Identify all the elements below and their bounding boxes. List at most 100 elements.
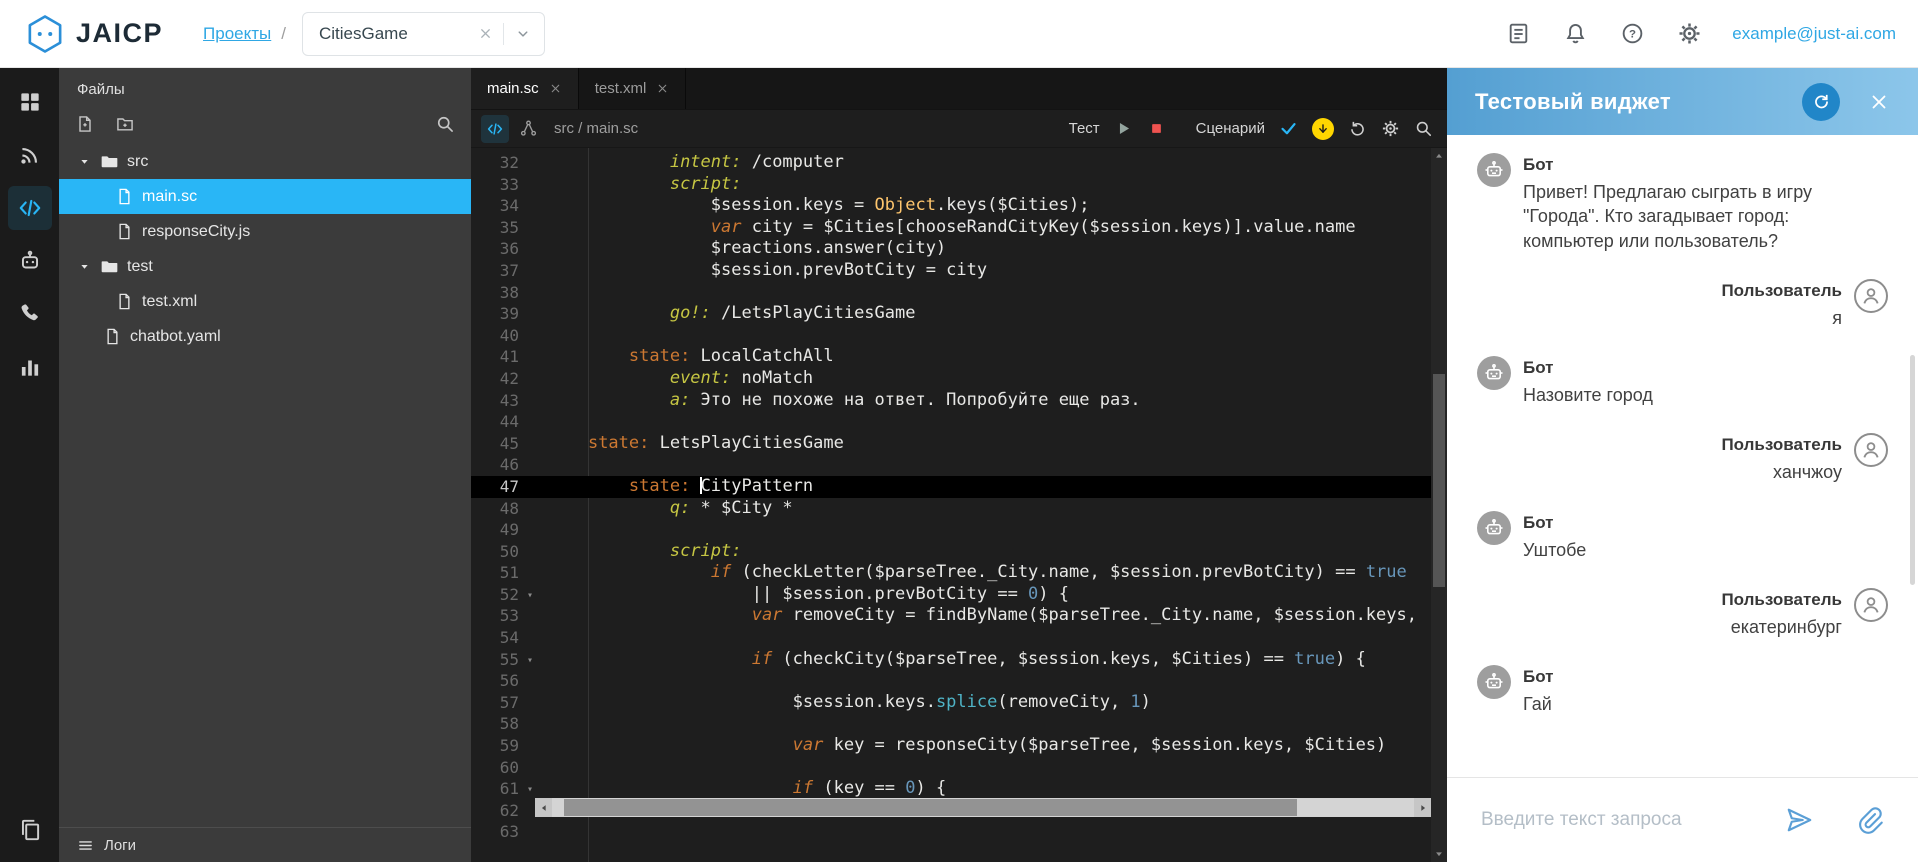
tab-test.xml[interactable]: test.xml [579,68,687,109]
test-run-button[interactable] [1114,119,1133,138]
undo-button[interactable] [1348,119,1367,138]
code-line[interactable]: 33 script: [471,174,1447,196]
scroll-right-icon[interactable] [1414,798,1431,817]
tree-file-test.xml[interactable]: test.xml [59,284,471,319]
tab-close-icon[interactable] [656,82,669,95]
chatbot-icon[interactable] [8,239,52,283]
horizontal-scroll-thumb[interactable] [564,799,1297,816]
telephony-icon[interactable] [8,292,52,336]
code-line[interactable]: 61▾ if (key == 0) { [471,778,1447,800]
tree-folder-src[interactable]: src [59,144,471,179]
editor-settings-button[interactable] [1381,119,1400,138]
tab-main.sc[interactable]: main.sc [471,68,579,109]
dashboard-icon[interactable] [8,80,52,124]
code-line[interactable]: 49 [471,519,1447,541]
horizontal-scroll-track[interactable] [552,798,1414,817]
deploy-button[interactable] [1312,118,1334,140]
code-line[interactable]: 46 [471,454,1447,476]
code-line[interactable]: 44 [471,411,1447,433]
code-editor-icon[interactable] [8,186,52,230]
tree-file-responseCity.js[interactable]: responseCity.js [59,214,471,249]
code-line[interactable]: 35 var city = $Cities[chooseRandCityKey(… [471,217,1447,239]
code-line[interactable]: 32 intent: /computer [471,152,1447,174]
visual-editor-toggle[interactable] [519,119,538,138]
message-text: Гай [1523,692,1554,716]
code-line[interactable]: 45 state: LetsPlayCitiesGame [471,433,1447,455]
horizontal-scrollbar[interactable] [535,798,1431,817]
code-line[interactable]: 34 $session.keys = Object.keys($Cities); [471,195,1447,217]
analytics-icon[interactable] [8,345,52,389]
code-line[interactable]: 60 [471,757,1447,779]
tab-close-icon[interactable] [549,82,562,95]
chat-input[interactable] [1481,809,1744,831]
attach-file-icon[interactable] [1854,805,1884,835]
code-line[interactable]: 39 go!: /LetsPlayCitiesGame [471,303,1447,325]
send-message-icon[interactable] [1784,805,1814,835]
code-line[interactable]: 54 [471,627,1447,649]
code-line[interactable]: 52▾ || $session.prevBotCity == 0) { [471,584,1447,606]
code-line[interactable]: 55▾ if (checkCity($parseTree, $session.k… [471,649,1447,671]
widget-refresh-button[interactable] [1802,83,1840,121]
code-line[interactable]: 63 [471,821,1447,843]
logs-toggle[interactable]: Логи [59,827,471,862]
project-selector[interactable]: CitiesGame [302,12,545,56]
vertical-scroll-track[interactable] [1431,164,1447,846]
chat-message-bot: БотНазовите город [1477,356,1888,407]
bot-avatar [1477,356,1511,390]
files-search-icon[interactable] [435,114,455,134]
code-text [535,821,547,843]
code-token: noMatch [731,368,813,388]
tree-folder-test[interactable]: test [59,249,471,284]
notifications-icon[interactable] [1563,21,1588,46]
scroll-up-icon[interactable] [1431,148,1447,164]
code-line[interactable]: 50 script: [471,541,1447,563]
new-folder-icon[interactable] [115,114,135,134]
widget-close-icon[interactable] [1868,91,1890,113]
account-email-link[interactable]: example@just-ai.com [1732,24,1896,44]
jaicp-logo-text: JAICP [76,18,163,49]
jaicp-logo-icon [24,11,66,57]
vertical-scrollbar[interactable] [1431,148,1447,862]
code-line[interactable]: 53 var removeCity = findByName($parseTre… [471,605,1447,627]
channels-icon[interactable] [8,133,52,177]
project-clear-icon[interactable] [478,26,493,41]
code-line[interactable]: 42 event: noMatch [471,368,1447,390]
code-line[interactable]: 41 state: LocalCatchAll [471,346,1447,368]
test-stop-button[interactable] [1147,119,1166,138]
code-line[interactable]: 51 if (checkLetter($parseTree._City.name… [471,562,1447,584]
code-line[interactable]: 40 [471,325,1447,347]
code-token: Это не похоже на ответ. Попробуйте еще р… [690,390,1140,410]
code-line[interactable]: 43 a: Это не похоже на ответ. Попробуйте… [471,390,1447,412]
fold-toggle-icon[interactable]: ▾ [527,585,533,607]
code-line[interactable]: 47 state: CityPattern [471,476,1447,498]
editor-search-button[interactable] [1414,119,1433,138]
code-line[interactable]: 57 $session.keys.splice(removeCity, 1) [471,692,1447,714]
projects-link[interactable]: Проекты [203,24,271,44]
knowledge-base-icon[interactable] [8,808,52,852]
line-number: 57 [471,692,535,714]
changelog-icon[interactable] [1506,21,1531,46]
fold-toggle-icon[interactable]: ▾ [527,650,533,672]
help-icon[interactable] [1620,21,1645,46]
scroll-left-icon[interactable] [535,798,552,817]
new-file-icon[interactable] [75,114,95,134]
tree-file-chatbot.yaml[interactable]: chatbot.yaml [59,319,471,354]
code-line[interactable]: 37 $session.prevBotCity = city [471,260,1447,282]
project-dropdown-icon[interactable] [514,25,532,43]
code-view-toggle[interactable] [481,115,509,143]
code-area[interactable]: 32 intent: /computer33 script:34 $sessio… [471,148,1447,862]
code-line[interactable]: 48 q: * $City * [471,498,1447,520]
code-line[interactable]: 58 [471,713,1447,735]
tree-file-main.sc[interactable]: main.sc [59,179,471,214]
chat-scrollbar[interactable] [1910,355,1915,585]
scroll-down-icon[interactable] [1431,846,1447,862]
vertical-scroll-thumb[interactable] [1433,374,1445,587]
fold-toggle-icon[interactable]: ▾ [527,779,533,801]
code-line[interactable]: 38 [471,282,1447,304]
line-number: 46 [471,454,535,476]
code-line[interactable]: 59 var key = responseCity($parseTree, $s… [471,735,1447,757]
jaicp-logo[interactable]: JAICP [24,11,163,57]
code-line[interactable]: 36 $reactions.answer(city) [471,238,1447,260]
code-line[interactable]: 56 [471,670,1447,692]
settings-icon[interactable] [1677,21,1702,46]
